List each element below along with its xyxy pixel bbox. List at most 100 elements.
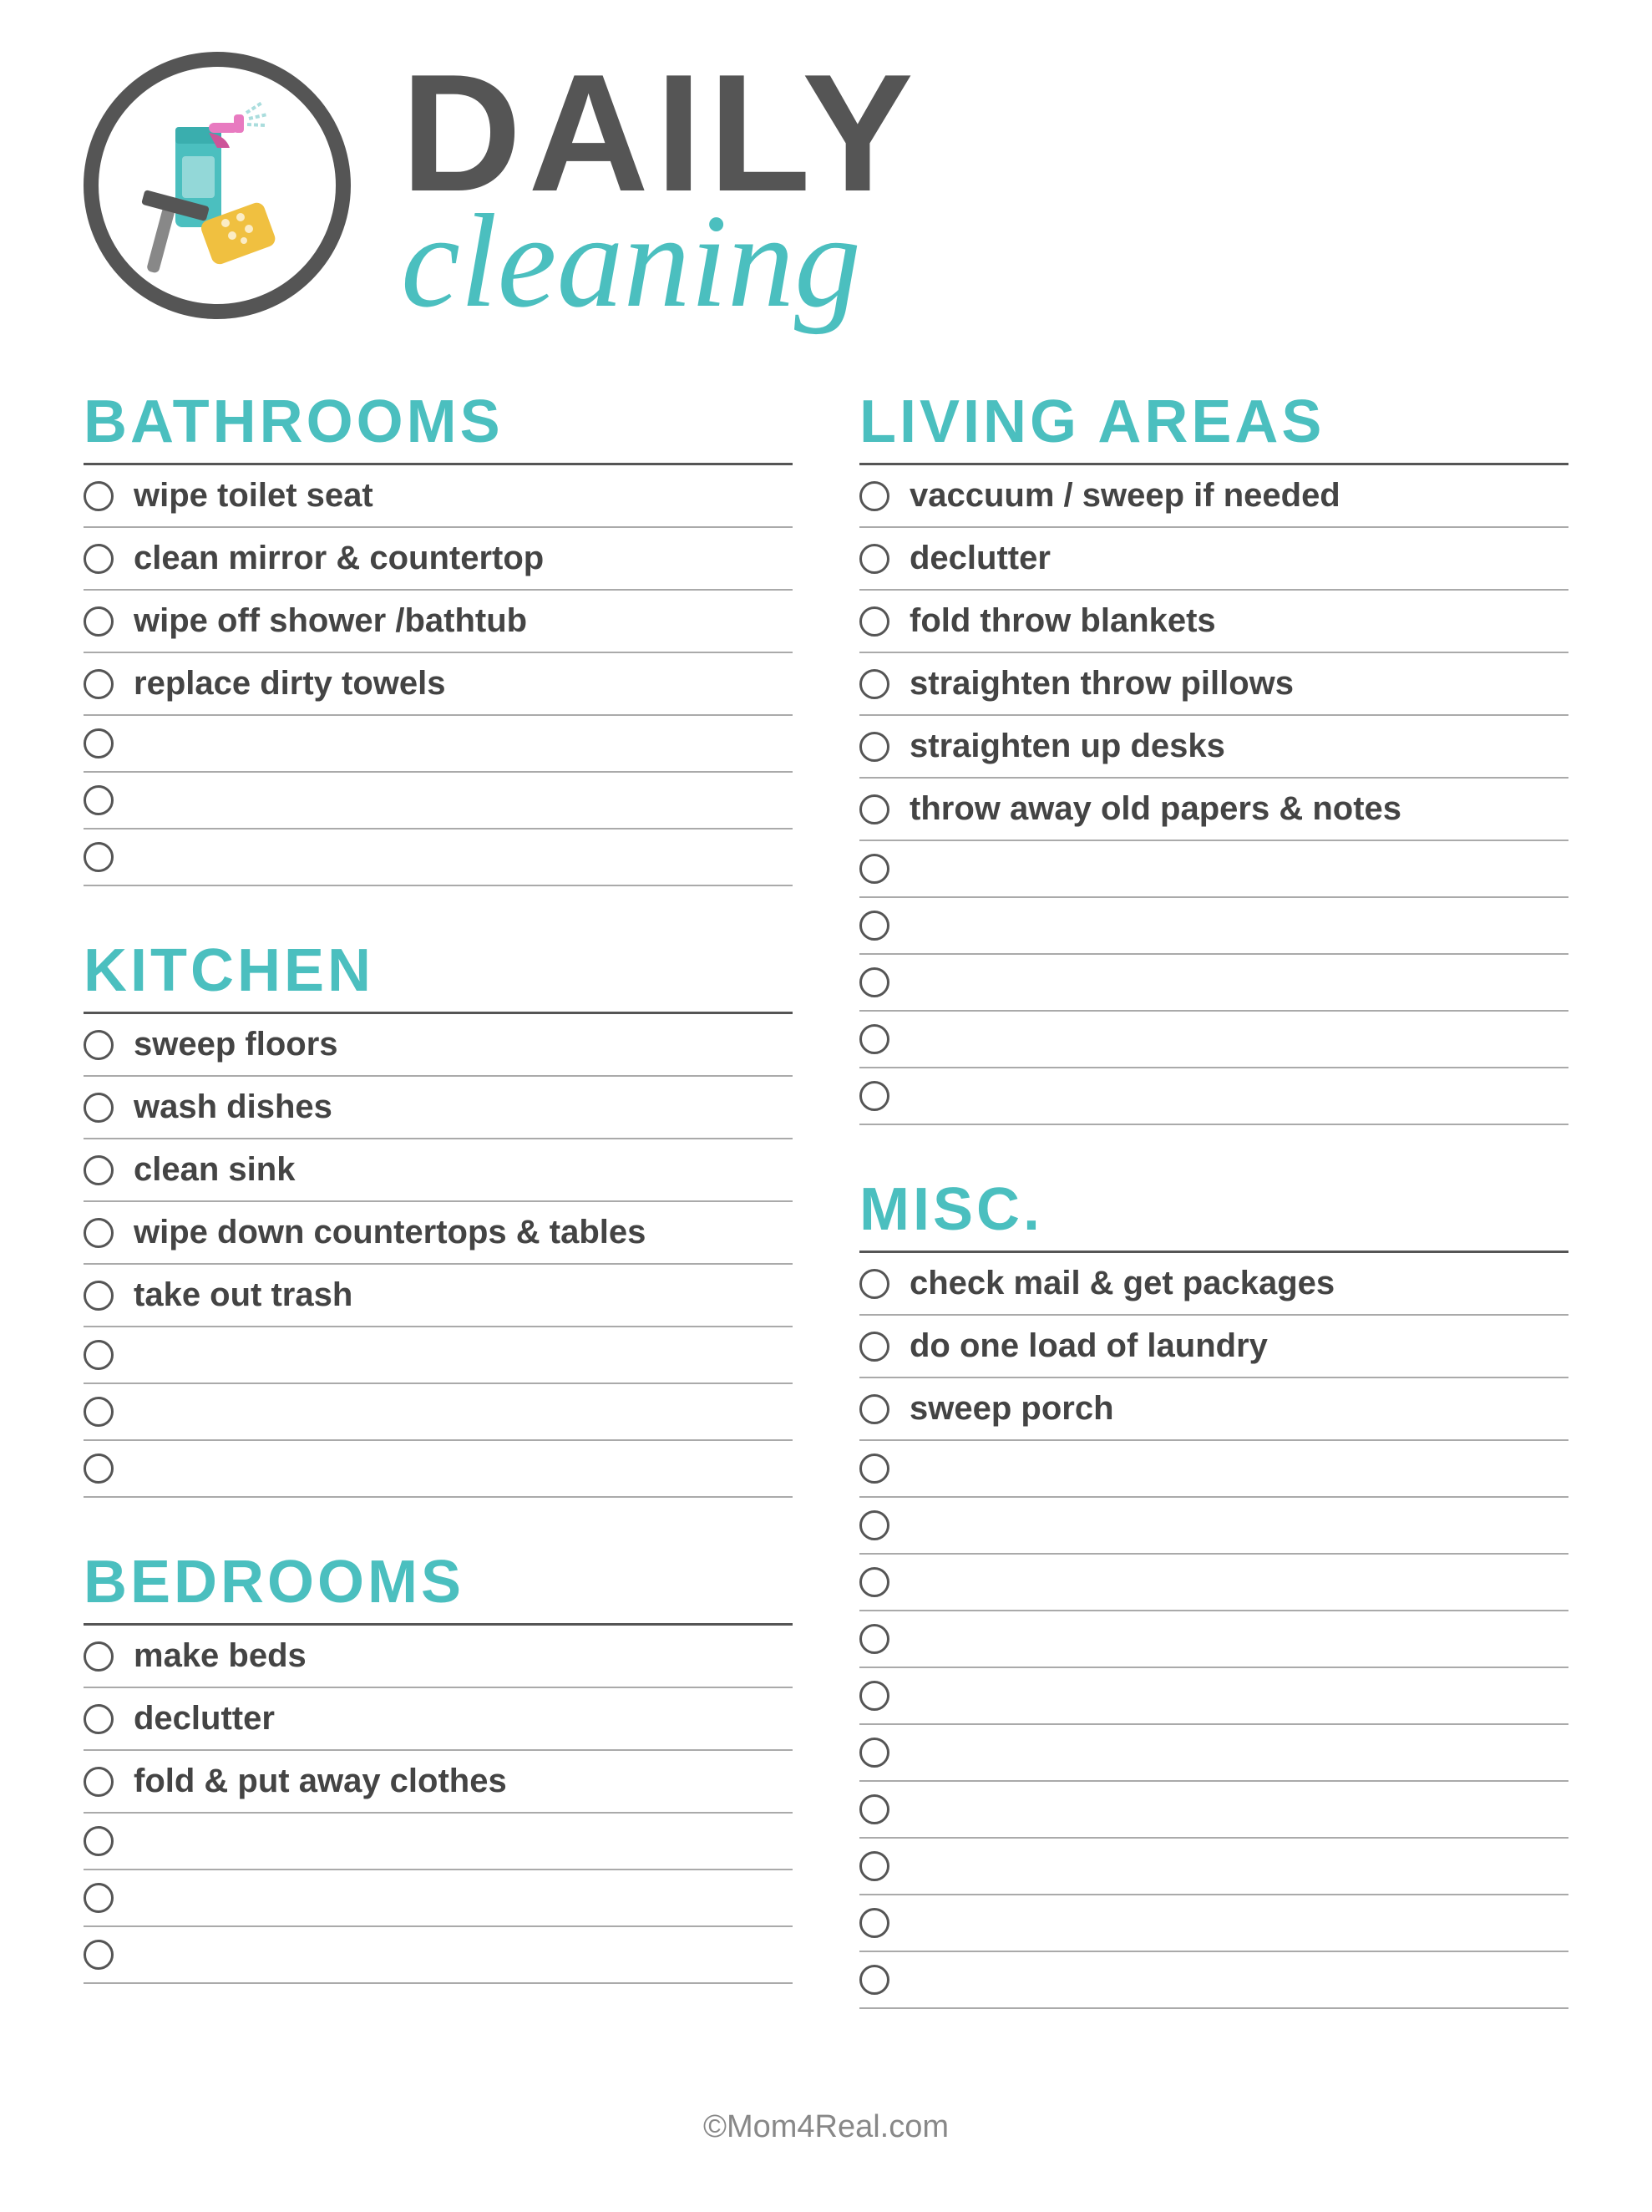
- list-item[interactable]: [84, 773, 793, 830]
- list-item[interactable]: [859, 1441, 1568, 1498]
- checkbox[interactable]: [859, 1624, 889, 1654]
- checkbox[interactable]: [859, 1851, 889, 1881]
- checkbox[interactable]: [84, 669, 114, 699]
- checkbox[interactable]: [859, 481, 889, 511]
- checkbox[interactable]: [84, 1454, 114, 1484]
- checkbox[interactable]: [859, 544, 889, 574]
- checkbox[interactable]: [84, 1281, 114, 1311]
- list-item[interactable]: [859, 1668, 1568, 1725]
- list-item[interactable]: vaccuum / sweep if needed: [859, 465, 1568, 528]
- checkbox[interactable]: [859, 1024, 889, 1054]
- list-item[interactable]: [84, 830, 793, 886]
- list-item[interactable]: [84, 716, 793, 773]
- checkbox[interactable]: [859, 967, 889, 997]
- item-label: declutter: [134, 1700, 275, 1738]
- checkbox[interactable]: [859, 1269, 889, 1299]
- checkbox[interactable]: [84, 1397, 114, 1427]
- list-item[interactable]: wipe off shower /bathtub: [84, 591, 793, 653]
- checkbox[interactable]: [84, 1093, 114, 1123]
- checkbox[interactable]: [859, 854, 889, 884]
- checkbox[interactable]: [84, 606, 114, 637]
- page: DAILY cleaning BATHROOMS wipe toilet sea…: [0, 0, 1652, 2212]
- list-item[interactable]: replace dirty towels: [84, 653, 793, 716]
- list-item[interactable]: straighten throw pillows: [859, 653, 1568, 716]
- item-label: sweep floors: [134, 1026, 338, 1063]
- list-item[interactable]: [859, 1952, 1568, 2009]
- checkbox[interactable]: [859, 1738, 889, 1768]
- list-item[interactable]: [859, 1498, 1568, 1555]
- list-item[interactable]: clean mirror & countertop: [84, 528, 793, 591]
- logo-illustration: [109, 77, 326, 294]
- checkbox[interactable]: [859, 732, 889, 762]
- checkbox[interactable]: [84, 1704, 114, 1734]
- list-item[interactable]: sweep porch: [859, 1378, 1568, 1441]
- item-label: fold throw blankets: [910, 602, 1216, 640]
- checkbox[interactable]: [84, 481, 114, 511]
- item-label: wipe down countertops & tables: [134, 1214, 646, 1251]
- title-block: DAILY cleaning: [401, 50, 920, 321]
- item-label: straighten up desks: [910, 728, 1225, 765]
- list-item[interactable]: declutter: [84, 1688, 793, 1751]
- checkbox[interactable]: [84, 1826, 114, 1856]
- list-item[interactable]: throw away old papers & notes: [859, 779, 1568, 841]
- checkbox[interactable]: [859, 1794, 889, 1824]
- list-item[interactable]: [859, 1068, 1568, 1125]
- checkbox[interactable]: [84, 1155, 114, 1185]
- list-item[interactable]: [859, 1012, 1568, 1068]
- checkbox[interactable]: [859, 669, 889, 699]
- checkbox[interactable]: [84, 785, 114, 815]
- list-item[interactable]: [859, 1725, 1568, 1782]
- list-item[interactable]: [859, 1782, 1568, 1839]
- list-item[interactable]: [84, 1327, 793, 1384]
- list-item[interactable]: take out trash: [84, 1265, 793, 1327]
- list-item[interactable]: fold throw blankets: [859, 591, 1568, 653]
- checkbox[interactable]: [859, 1394, 889, 1424]
- list-item[interactable]: [859, 1555, 1568, 1611]
- checkbox[interactable]: [84, 1641, 114, 1672]
- list-item[interactable]: [859, 841, 1568, 898]
- list-item[interactable]: [859, 1895, 1568, 1952]
- checkbox[interactable]: [859, 1332, 889, 1362]
- left-column: BATHROOMS wipe toilet seat clean mirror …: [84, 388, 793, 2059]
- checkbox[interactable]: [859, 1965, 889, 1995]
- list-item[interactable]: straighten up desks: [859, 716, 1568, 779]
- list-item[interactable]: check mail & get packages: [859, 1253, 1568, 1316]
- checkbox[interactable]: [84, 842, 114, 872]
- section-living-areas: LIVING AREAS vaccuum / sweep if needed d…: [859, 388, 1568, 1125]
- checkbox[interactable]: [859, 1510, 889, 1540]
- list-item[interactable]: wipe down countertops & tables: [84, 1202, 793, 1265]
- list-item[interactable]: [84, 1870, 793, 1927]
- list-item[interactable]: wash dishes: [84, 1077, 793, 1139]
- checkbox[interactable]: [859, 911, 889, 941]
- list-item[interactable]: [859, 898, 1568, 955]
- list-item[interactable]: declutter: [859, 528, 1568, 591]
- list-item[interactable]: do one load of laundry: [859, 1316, 1568, 1378]
- list-item[interactable]: clean sink: [84, 1139, 793, 1202]
- checkbox[interactable]: [859, 794, 889, 824]
- checkbox[interactable]: [859, 1454, 889, 1484]
- checkbox[interactable]: [859, 1908, 889, 1938]
- checkbox[interactable]: [859, 1567, 889, 1597]
- list-item[interactable]: [84, 1814, 793, 1870]
- list-item[interactable]: [859, 1611, 1568, 1668]
- checkbox[interactable]: [84, 728, 114, 758]
- checkbox[interactable]: [84, 1030, 114, 1060]
- checkbox[interactable]: [84, 1218, 114, 1248]
- checkbox[interactable]: [84, 1883, 114, 1913]
- list-item[interactable]: fold & put away clothes: [84, 1751, 793, 1814]
- checkbox[interactable]: [859, 1681, 889, 1711]
- checkbox[interactable]: [84, 1940, 114, 1970]
- list-item[interactable]: wipe toilet seat: [84, 465, 793, 528]
- list-item[interactable]: [859, 1839, 1568, 1895]
- list-item[interactable]: [84, 1384, 793, 1441]
- checkbox[interactable]: [84, 1767, 114, 1797]
- list-item[interactable]: [84, 1441, 793, 1498]
- checkbox[interactable]: [859, 606, 889, 637]
- list-item[interactable]: make beds: [84, 1626, 793, 1688]
- list-item[interactable]: [84, 1927, 793, 1984]
- checkbox[interactable]: [859, 1081, 889, 1111]
- list-item[interactable]: [859, 955, 1568, 1012]
- checkbox[interactable]: [84, 1340, 114, 1370]
- checkbox[interactable]: [84, 544, 114, 574]
- list-item[interactable]: sweep floors: [84, 1014, 793, 1077]
